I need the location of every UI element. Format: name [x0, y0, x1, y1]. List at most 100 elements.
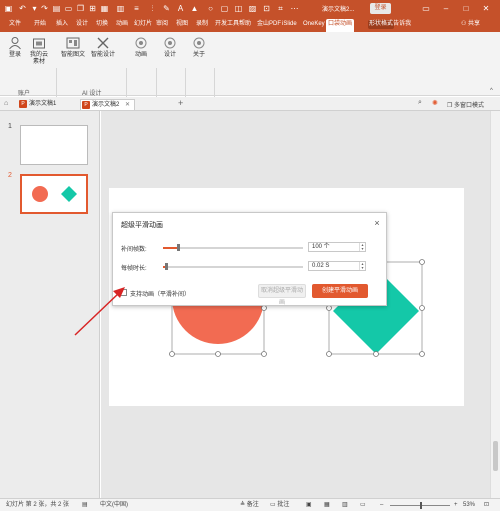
resize-handle[interactable] — [326, 351, 332, 357]
close-icon[interactable]: × — [372, 218, 382, 228]
resize-handle[interactable] — [326, 305, 332, 311]
tab-slideshow[interactable]: 幻灯片 — [133, 20, 153, 29]
font-color-icon[interactable]: A — [176, 4, 185, 13]
normal-view-icon[interactable]: ▣ — [306, 502, 312, 509]
frame-time-spinbox[interactable]: 0.02 S ▴ ▾ — [308, 261, 366, 271]
smart-graphic-button[interactable]: 智能图文 — [60, 36, 86, 59]
tab-pocket-animation[interactable]: 口袋动画 — [326, 19, 355, 32]
share-button[interactable]: ⚇ 共享 — [461, 20, 480, 29]
picture-icon[interactable]: ▨ — [248, 4, 257, 13]
about-button[interactable]: 关于 — [189, 36, 209, 59]
comments-button[interactable]: ▭ 批注 — [270, 502, 289, 509]
fill-icon[interactable]: ▲ — [190, 4, 199, 13]
zoom-slider-thumb[interactable] — [420, 502, 422, 509]
doc-tab-1[interactable]: P 演示文稿1 — [18, 99, 60, 110]
tab-developer[interactable]: 开发工具 — [214, 20, 240, 29]
resize-handle[interactable] — [419, 259, 425, 265]
collapse-ribbon-icon[interactable]: ^ — [490, 88, 493, 94]
resize-handle[interactable] — [373, 351, 379, 357]
minimize-icon[interactable]: – — [440, 3, 452, 14]
tab-animations[interactable]: 动画 — [115, 20, 129, 29]
vertical-scrollbar[interactable] — [490, 111, 500, 498]
tab-home[interactable]: 开始 — [33, 20, 47, 29]
close-tab-icon[interactable]: ✕ — [125, 102, 130, 108]
slide-thumbnail-2[interactable] — [20, 174, 88, 214]
reading-view-icon[interactable]: ▥ — [342, 502, 348, 509]
format-painter-icon[interactable]: ⊞ — [88, 4, 97, 13]
resize-handle[interactable] — [261, 351, 267, 357]
frame-time-slider[interactable] — [163, 263, 303, 270]
tween-frames-spinbox[interactable]: 100 个 ▴ ▾ — [308, 242, 366, 252]
distribute-icon[interactable]: ⫶ — [148, 4, 157, 13]
resize-handle[interactable] — [169, 351, 175, 357]
resize-handle[interactable] — [419, 305, 425, 311]
spin-arrows-icon[interactable]: ▴ ▾ — [359, 243, 365, 251]
login-button[interactable]: 登录 — [370, 3, 391, 14]
resize-handle[interactable] — [419, 351, 425, 357]
login-ribbon-button[interactable]: 登录 — [6, 36, 24, 59]
save-icon[interactable]: ▣ — [4, 4, 13, 13]
customize-qat-icon[interactable]: ⋯ — [290, 4, 299, 13]
my-cloud-material-button[interactable]: 我的云素材 — [28, 36, 50, 66]
tween-frames-slider[interactable] — [163, 244, 303, 251]
cancel-smooth-animation-button[interactable]: 取消超级平滑动画 — [258, 284, 306, 306]
accessibility-icon[interactable]: ▤ — [82, 502, 88, 509]
multi-window-mode[interactable]: ❐ 多窗口模式 — [447, 100, 484, 109]
tab-record[interactable]: 录制 — [195, 20, 209, 29]
tab-review[interactable]: 审阅 — [155, 20, 169, 29]
copy-icon[interactable]: ❐ — [76, 4, 85, 13]
tab-insert[interactable]: 插入 — [55, 20, 69, 29]
design-button[interactable]: 设计 — [160, 36, 180, 59]
settings-gear-icon[interactable]: ✺ — [432, 99, 438, 107]
fit-to-window-icon[interactable]: ⊡ — [484, 502, 489, 509]
textbox-icon[interactable]: ▢ — [220, 4, 229, 13]
crop-icon[interactable]: ⌗ — [276, 4, 285, 13]
tab-view[interactable]: 视图 — [175, 20, 189, 29]
slideshow-view-icon[interactable]: ▭ — [360, 502, 366, 509]
image-icon[interactable]: ◫ — [234, 4, 243, 13]
language-indicator[interactable]: 中文(中国) — [100, 502, 128, 509]
new-slide-icon[interactable]: ▭ — [64, 4, 73, 13]
notes-button[interactable]: ≜ 备注 — [240, 502, 259, 509]
new-tab-icon[interactable]: + — [178, 98, 183, 108]
tab-transitions[interactable]: 切换 — [95, 20, 109, 29]
undo-dropdown-icon[interactable]: ▾ — [30, 4, 39, 13]
slide-thumbnail-1[interactable] — [20, 125, 88, 165]
close-window-icon[interactable]: ✕ — [480, 3, 492, 14]
scrollbar-thumb[interactable] — [493, 441, 498, 471]
spin-arrows-icon[interactable]: ▴ ▾ — [359, 262, 365, 270]
zoom-slider[interactable] — [390, 502, 450, 509]
maximize-icon[interactable]: □ — [460, 3, 472, 14]
tab-kingsoft-pdf[interactable]: 金山PDF — [256, 20, 282, 29]
zoom-out-icon[interactable]: – — [380, 502, 383, 509]
slide-sorter-icon[interactable]: ▦ — [324, 502, 330, 509]
smart-design-button[interactable]: 智能设计 — [90, 36, 116, 59]
shape-circle-icon[interactable]: ○ — [206, 4, 215, 13]
animation-button[interactable]: 动画 — [131, 36, 151, 59]
redo-icon[interactable]: ↷ — [40, 4, 49, 13]
table-icon[interactable]: ▦ — [100, 4, 109, 13]
tab-islide[interactable]: iSlide — [281, 20, 298, 29]
resize-handle[interactable] — [215, 351, 221, 357]
tab-design[interactable]: 设计 — [75, 20, 89, 29]
zoom-in-icon[interactable]: + — [454, 502, 458, 509]
create-smooth-animation-button[interactable]: 创建平滑动画 — [312, 284, 368, 298]
slideshow-icon[interactable]: ▤ — [52, 4, 61, 13]
tab-file[interactable]: 文件 — [8, 20, 22, 29]
home-icon[interactable]: ⌂ — [4, 100, 8, 107]
ribbon-display-icon[interactable]: ▭ — [420, 3, 432, 14]
slider-thumb[interactable] — [177, 244, 180, 251]
tab-help[interactable]: 帮助 — [238, 20, 252, 29]
align-icon[interactable]: ≡ — [132, 4, 141, 13]
lock-icon[interactable]: ⊡ — [262, 4, 271, 13]
tell-me-search[interactable]: ♀ 告诉我 — [387, 20, 411, 29]
doc-tab-2[interactable]: P 演示文稿2 ✕ — [80, 99, 136, 110]
slider-thumb[interactable] — [165, 263, 168, 270]
layout-icon[interactable]: ▥ — [116, 4, 125, 13]
undo-icon[interactable]: ↶ — [18, 4, 27, 13]
zoom-level[interactable]: 53% — [463, 502, 475, 509]
search-icon[interactable]: ⌕ — [418, 99, 422, 107]
pen-icon[interactable]: ✎ — [162, 4, 171, 13]
resize-handle[interactable] — [261, 305, 267, 311]
tab-onekey[interactable]: OneKey — [302, 20, 326, 29]
